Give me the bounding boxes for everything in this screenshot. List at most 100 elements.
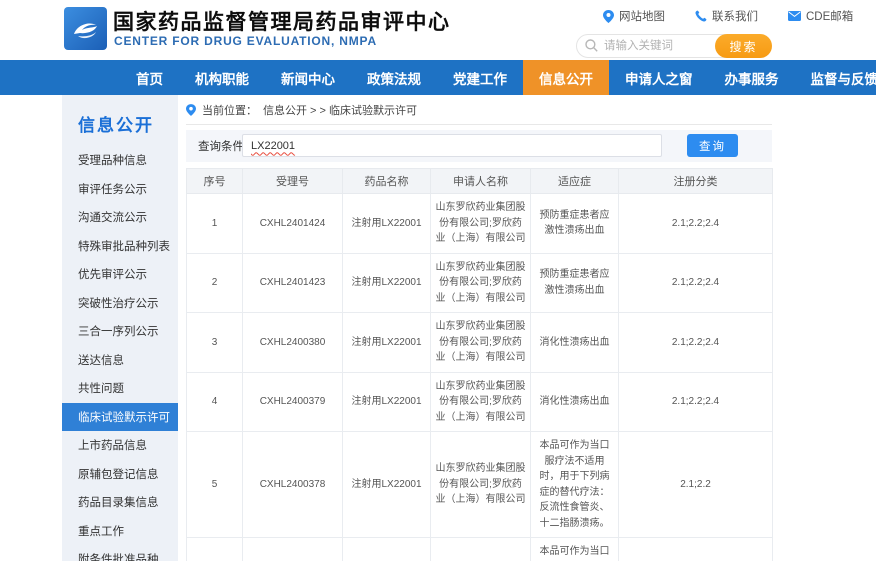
sidebar-item-label: 送达信息 <box>78 352 124 368</box>
sitemap-link[interactable]: 网站地图 <box>603 8 665 24</box>
table-cell: 注射用LX22001 <box>343 253 431 313</box>
table-cell: 2.1;2.2 <box>619 538 773 561</box>
table-cell: 山东罗欣药业集团股份有限公司;罗欣药业（上海）有限公司 <box>431 372 531 432</box>
column-header: 受理号 <box>243 169 343 194</box>
sidebar-item-label: 附条件批准品种 <box>78 551 159 561</box>
table-cell: 消化性溃疡出血 <box>531 372 619 432</box>
table-cell: 1 <box>187 194 243 254</box>
table-cell: 2 <box>187 253 243 313</box>
table-cell: 消化性溃疡出血 <box>531 313 619 373</box>
sidebar-item-1[interactable]: 受理品种信息 <box>62 146 178 175</box>
table-cell: 注射用LX22001 <box>343 432 431 538</box>
column-header: 药品名称 <box>343 169 431 194</box>
nav-item-5[interactable]: 党建工作 <box>437 60 523 95</box>
nav-item-label: 申请人之窗 <box>625 68 693 88</box>
sidebar-item-8[interactable]: 送达信息 <box>62 346 178 375</box>
sidebar-item-10[interactable]: 临床试验默示许可 <box>62 403 178 432</box>
nav-item-7[interactable]: 申请人之窗 <box>609 60 709 95</box>
sidebar-item-5[interactable]: 优先审评公示 <box>62 260 178 289</box>
site-subtitle: CENTER FOR DRUG EVALUATION, NMPA <box>114 34 377 48</box>
table-row: 3CXHL2400380注射用LX22001山东罗欣药业集团股份有限公司;罗欣药… <box>187 313 773 373</box>
sidebar-item-label: 突破性治疗公示 <box>78 295 159 311</box>
query-button[interactable]: 查询 <box>687 134 738 157</box>
table-cell: 本品可作为当口服疗法不适用时，用于下列病症的替代疗法：反流性食管炎、十二指肠溃疡… <box>531 538 619 561</box>
sidebar-item-3[interactable]: 沟通交流公示 <box>62 203 178 232</box>
top-links: 网站地图 联系我们 CDE邮箱 <box>603 8 853 24</box>
table-cell: 预防重症患者应激性溃疡出血 <box>531 194 619 254</box>
column-header: 适应症 <box>531 169 619 194</box>
nav-item-label: 监督与反馈 <box>811 68 876 88</box>
sidebar-item-15[interactable]: 附条件批准品种 <box>62 545 178 561</box>
sidebar: 信息公开 受理品种信息审评任务公示沟通交流公示特殊审批品种列表优先审评公示突破性… <box>62 95 178 561</box>
sidebar-item-11[interactable]: 上市药品信息 <box>62 431 178 460</box>
nav-item-8[interactable]: 办事服务 <box>709 60 795 95</box>
table-cell: 山东罗欣药业集团股份有限公司;罗欣药业（上海）有限公司 <box>431 432 531 538</box>
contact-link[interactable]: 联系我们 <box>695 8 758 24</box>
sidebar-item-4[interactable]: 特殊审批品种列表 <box>62 232 178 261</box>
sitemap-label: 网站地图 <box>619 8 665 24</box>
main-nav: 首页机构职能新闻中心政策法规党建工作信息公开申请人之窗办事服务监督与反馈登记备案… <box>0 60 876 95</box>
table-cell: CXHL2401424 <box>243 194 343 254</box>
nav-item-label: 机构职能 <box>195 68 249 88</box>
sidebar-menu: 受理品种信息审评任务公示沟通交流公示特殊审批品种列表优先审评公示突破性治疗公示三… <box>62 146 178 561</box>
table-cell: 预防重症患者应激性溃疡出血 <box>531 253 619 313</box>
table-cell: 2.1;2.2 <box>619 432 773 538</box>
table-cell: 山东罗欣药业集团股份有限公司;罗欣药业（上海）有限公司 <box>431 253 531 313</box>
search-icon <box>585 39 598 52</box>
query-bar: 查询条件： LX22001 查询 <box>186 130 772 162</box>
table-cell: CXHL2400378 <box>243 432 343 538</box>
breadcrumb-label: 当前位置： <box>202 102 257 118</box>
main-content: 当前位置：信息公开 > > 临床试验默示许可 查询条件： LX22001 查询 … <box>186 95 772 561</box>
table-cell: 山东罗欣药业集团股份有限公司;罗欣药业（上海）有限公司 <box>431 538 531 561</box>
site-title: 国家药品监督管理局药品审评中心 <box>113 6 451 36</box>
column-header: 注册分类 <box>619 169 773 194</box>
column-header: 申请人名称 <box>431 169 531 194</box>
nav-item-3[interactable]: 新闻中心 <box>265 60 351 95</box>
sidebar-item-label: 沟通交流公示 <box>78 209 147 225</box>
query-value: LX22001 <box>251 140 295 152</box>
sidebar-item-label: 上市药品信息 <box>78 437 147 453</box>
table-cell: 5 <box>187 432 243 538</box>
table-cell: 2.1;2.2;2.4 <box>619 253 773 313</box>
search-button[interactable]: 搜索 <box>715 34 772 58</box>
sidebar-item-7[interactable]: 三合一序列公示 <box>62 317 178 346</box>
sidebar-item-12[interactable]: 原辅包登记信息 <box>62 460 178 489</box>
sidebar-item-13[interactable]: 药品目录集信息 <box>62 488 178 517</box>
location-pin-icon <box>186 104 196 116</box>
nav-item-1[interactable]: 首页 <box>120 60 179 95</box>
map-pin-icon <box>603 10 614 23</box>
cde-mail-link[interactable]: CDE邮箱 <box>788 8 853 24</box>
contact-label: 联系我们 <box>712 8 758 24</box>
table-cell: 本品可作为当口服疗法不适用时，用于下列病症的替代疗法：反流性食管炎、十二指肠溃疡… <box>531 432 619 538</box>
nav-item-label: 党建工作 <box>453 68 507 88</box>
table-cell: CXHL2400379 <box>243 372 343 432</box>
nav-item-6[interactable]: 信息公开 <box>523 60 609 95</box>
nav-item-2[interactable]: 机构职能 <box>179 60 265 95</box>
sidebar-item-9[interactable]: 共性问题 <box>62 374 178 403</box>
table-cell: CXHL2400380 <box>243 313 343 373</box>
nav-item-label: 政策法规 <box>367 68 421 88</box>
sidebar-item-2[interactable]: 审评任务公示 <box>62 175 178 204</box>
sidebar-item-14[interactable]: 重点工作 <box>62 517 178 546</box>
page: 国家药品监督管理局药品审评中心 CENTER FOR DRUG EVALUATI… <box>0 0 876 561</box>
sidebar-item-6[interactable]: 突破性治疗公示 <box>62 289 178 318</box>
table-row: 5CXHL2400378注射用LX22001山东罗欣药业集团股份有限公司;罗欣药… <box>187 432 773 538</box>
table-cell: 山东罗欣药业集团股份有限公司;罗欣药业（上海）有限公司 <box>431 313 531 373</box>
cde-logo <box>64 7 107 50</box>
sidebar-item-label: 药品目录集信息 <box>78 494 159 510</box>
sidebar-item-label: 三合一序列公示 <box>78 323 159 339</box>
table-row: 4CXHL2400379注射用LX22001山东罗欣药业集团股份有限公司;罗欣药… <box>187 372 773 432</box>
column-header: 序号 <box>187 169 243 194</box>
sidebar-item-label: 特殊审批品种列表 <box>78 238 170 254</box>
breadcrumb-path: 信息公开 > > 临床试验默示许可 <box>263 102 417 118</box>
sidebar-item-label: 临床试验默示许可 <box>78 409 170 425</box>
sidebar-item-label: 审评任务公示 <box>78 181 147 197</box>
nav-item-label: 办事服务 <box>725 68 779 88</box>
query-condition-input[interactable]: LX22001 <box>242 134 662 157</box>
table-cell: 注射用LX22001 <box>343 372 431 432</box>
table-row: 1CXHL2401424注射用LX22001山东罗欣药业集团股份有限公司;罗欣药… <box>187 194 773 254</box>
nav-item-4[interactable]: 政策法规 <box>351 60 437 95</box>
nav-item-label: 信息公开 <box>539 68 593 88</box>
sidebar-item-label: 重点工作 <box>78 523 124 539</box>
nav-item-9[interactable]: 监督与反馈 <box>795 60 876 95</box>
